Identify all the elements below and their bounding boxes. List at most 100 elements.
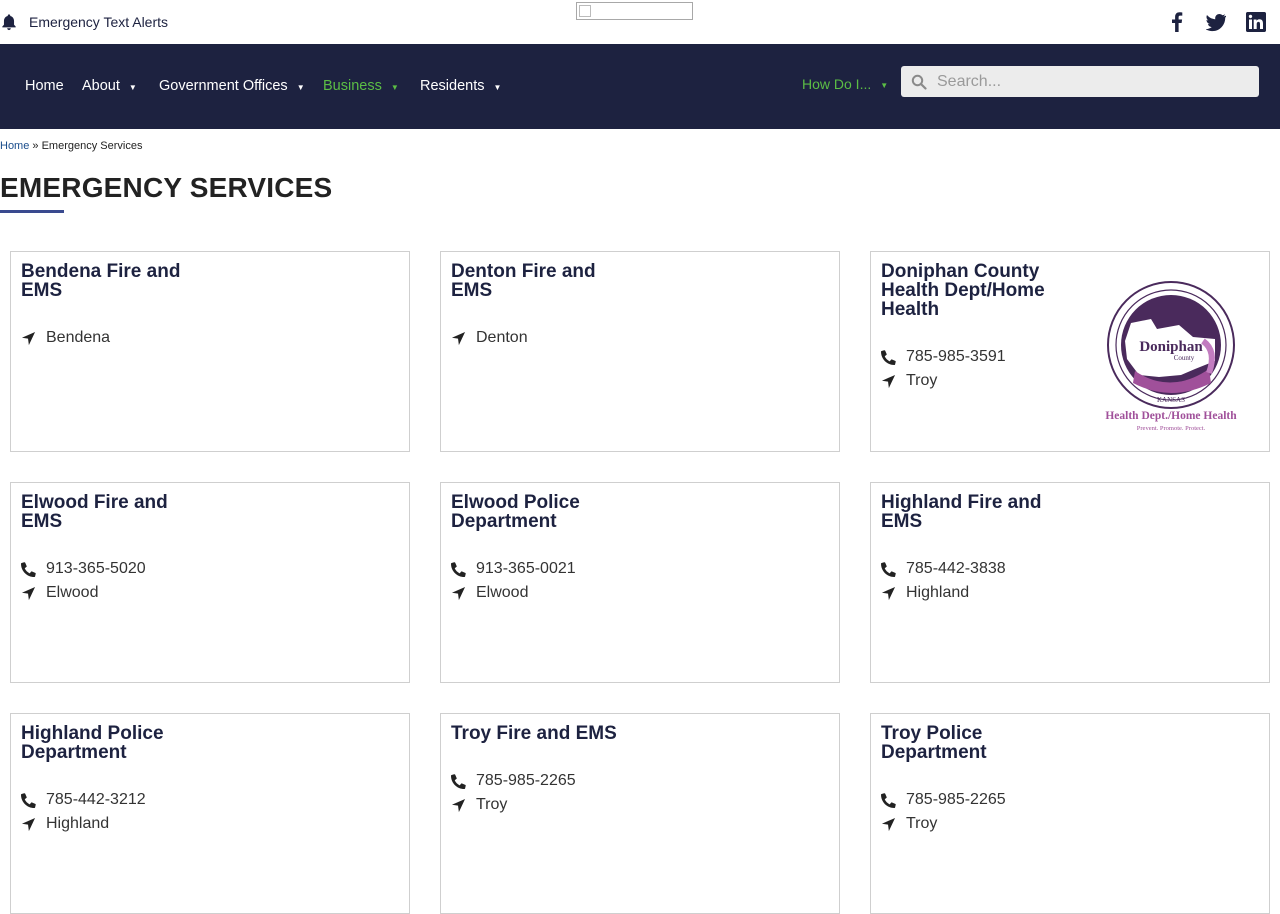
nav-item-label: Government Offices	[159, 78, 288, 94]
nav-item-label: Home	[25, 78, 64, 94]
logo-state-text: KANSAS	[1157, 396, 1185, 404]
card-title: Denton Fire and EMS	[451, 261, 596, 301]
location-arrow-icon	[21, 817, 46, 832]
caret-down-icon: ▼	[390, 82, 399, 92]
phone-icon	[21, 561, 46, 577]
service-card[interactable]: Highland Fire and EMS 785-442-3838 Highl…	[870, 482, 1270, 683]
caret-down-icon: ▼	[296, 82, 305, 92]
service-card[interactable]: Bendena Fire and EMS Bendena	[10, 251, 410, 452]
card-phone[interactable]: 785-985-2265	[881, 790, 1006, 810]
top-utility-bar: Emergency Text Alerts	[0, 0, 1280, 44]
phone-text: 785-442-3212	[46, 791, 146, 808]
service-card[interactable]: Troy Police Department 785-985-2265 Troy	[870, 713, 1270, 914]
card-phone[interactable]: 913-365-5020	[21, 559, 146, 579]
card-title: Bendena Fire and EMS	[21, 261, 181, 301]
nav-item-residents[interactable]: Residents ▼	[420, 76, 501, 96]
location-text: Highland	[906, 584, 970, 601]
card-phone[interactable]: 785-442-3838	[881, 559, 1006, 579]
linkedin-icon	[1246, 12, 1266, 32]
location-arrow-icon	[451, 586, 476, 601]
card-title: Elwood Police Department	[451, 492, 580, 532]
emergency-alerts-label: Emergency Text Alerts	[29, 14, 169, 30]
service-card[interactable]: Doniphan County Health Dept/Home Health …	[870, 251, 1270, 452]
caret-down-icon: ▼	[493, 82, 502, 92]
twitter-icon	[1206, 12, 1226, 32]
phone-text: 785-985-2265	[476, 772, 576, 789]
location-arrow-icon	[881, 817, 906, 832]
phone-text: 913-365-5020	[46, 560, 146, 577]
twitter-link[interactable]	[1205, 11, 1227, 33]
location-arrow-icon	[881, 586, 906, 601]
breadcrumb-current: Emergency Services	[41, 140, 143, 152]
search-box	[901, 66, 1259, 97]
logo-sub-text: County	[1174, 354, 1195, 362]
card-title: Troy Police Department	[881, 723, 987, 763]
caret-down-icon: ▼	[880, 80, 889, 90]
health-dept-logo: Doniphan County KANSAS Health Dept./Home…	[1091, 279, 1254, 434]
nav-item-label: About	[82, 78, 120, 94]
card-location: Elwood	[21, 583, 98, 603]
card-location: Elwood	[451, 583, 528, 603]
page-title: EMERGENCY SERVICES	[0, 172, 333, 203]
phone-icon	[881, 561, 906, 577]
broken-image-icon	[579, 5, 591, 17]
card-phone[interactable]: 913-365-0021	[451, 559, 576, 579]
facebook-link[interactable]	[1166, 11, 1188, 33]
card-location: Highland	[21, 814, 109, 834]
location-text: Elwood	[46, 584, 99, 601]
nav-item-home[interactable]: Home	[25, 76, 64, 96]
logo-motto-text: Prevent. Promote. Protect.	[1137, 425, 1206, 432]
phone-icon	[881, 349, 906, 365]
service-card[interactable]: Elwood Police Department 913-365-0021 El…	[440, 482, 840, 683]
card-location: Denton	[451, 328, 528, 348]
phone-text: 785-442-3838	[906, 560, 1006, 577]
card-location: Highland	[881, 583, 969, 603]
site-logo-image[interactable]	[576, 2, 693, 20]
location-text: Bendena	[46, 329, 111, 346]
phone-icon	[451, 773, 476, 789]
service-card[interactable]: Highland Police Department 785-442-3212 …	[10, 713, 410, 914]
location-arrow-icon	[451, 331, 476, 346]
breadcrumb-home-link[interactable]: Home	[0, 140, 29, 152]
how-do-i-label: How Do I...	[802, 76, 872, 92]
card-title: Troy Fire and EMS	[451, 723, 617, 744]
service-card[interactable]: Troy Fire and EMS 785-985-2265 Troy	[440, 713, 840, 914]
facebook-icon	[1167, 12, 1187, 32]
location-text: Elwood	[476, 584, 529, 601]
nav-item-business[interactable]: Business ▼	[323, 76, 399, 96]
emergency-alerts-link[interactable]: Emergency Text Alerts	[0, 12, 168, 32]
search-input[interactable]	[937, 66, 1247, 97]
location-arrow-icon	[21, 331, 46, 346]
main-navigation: Home About ▼ Government Offices ▼ Busine…	[0, 44, 1280, 129]
card-location: Troy	[451, 795, 507, 815]
phone-text: 785-985-3591	[906, 348, 1006, 365]
card-location: Troy	[881, 814, 937, 834]
breadcrumb-separator: »	[32, 140, 39, 152]
card-location: Troy	[881, 371, 937, 391]
how-do-i-menu[interactable]: How Do I... ▼	[802, 74, 888, 94]
service-card[interactable]: Denton Fire and EMS Denton	[440, 251, 840, 452]
location-text: Highland	[46, 815, 110, 832]
location-text: Troy	[906, 815, 938, 832]
phone-text: 913-365-0021	[476, 560, 576, 577]
card-phone[interactable]: 785-985-2265	[451, 771, 576, 791]
location-arrow-icon	[21, 586, 46, 601]
card-title: Elwood Fire and EMS	[21, 492, 168, 532]
phone-text: 785-985-2265	[906, 791, 1006, 808]
linkedin-link[interactable]	[1245, 11, 1267, 33]
nav-item-label: Residents	[420, 78, 485, 94]
phone-icon	[451, 561, 476, 577]
card-phone[interactable]: 785-985-3591	[881, 347, 1006, 367]
location-arrow-icon	[881, 374, 906, 389]
card-title: Highland Fire and EMS	[881, 492, 1042, 532]
card-phone[interactable]: 785-442-3212	[21, 790, 146, 810]
nav-item-about[interactable]: About ▼	[82, 76, 137, 96]
title-underline	[0, 210, 64, 213]
card-location: Bendena	[21, 328, 110, 348]
location-text: Troy	[476, 796, 508, 813]
phone-icon	[881, 792, 906, 808]
card-title: Highland Police Department	[21, 723, 164, 763]
card-title: Doniphan County Health Dept/Home Health	[881, 261, 1045, 320]
nav-item-government-offices[interactable]: Government Offices ▼	[159, 76, 305, 96]
service-card[interactable]: Elwood Fire and EMS 913-365-5020 Elwood	[10, 482, 410, 683]
